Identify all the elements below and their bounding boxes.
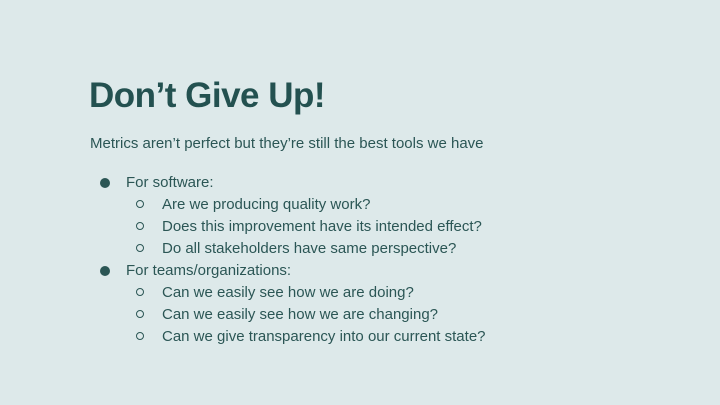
hollow-bullet-icon [136, 310, 144, 318]
sub-item-label: Does this improvement have its intended … [162, 218, 482, 235]
sub-item-label: Can we easily see how we are doing? [162, 284, 414, 301]
sub-item-label: Do all stakeholders have same perspectiv… [162, 240, 457, 257]
sub-item-label: Can we give transparency into our curren… [162, 328, 486, 345]
sub-item-label: Can we easily see how we are changing? [162, 306, 438, 323]
filled-bullet-icon [100, 266, 110, 276]
slide-subtitle: Metrics aren’t perfect but they’re still… [90, 135, 484, 152]
slide-title: Don’t Give Up! [89, 76, 326, 115]
section-label: For teams/organizations: [126, 262, 292, 279]
hollow-bullet-icon [136, 244, 144, 252]
sub-item-label: Are we producing quality work? [162, 196, 371, 213]
hollow-bullet-icon [136, 288, 144, 296]
section-label: For software: [126, 174, 214, 191]
filled-bullet-icon [100, 178, 110, 188]
slide: Don’t Give Up! Metrics aren’t perfect bu… [0, 0, 720, 405]
hollow-bullet-icon [136, 222, 144, 230]
hollow-bullet-icon [136, 200, 144, 208]
hollow-bullet-icon [136, 332, 144, 340]
